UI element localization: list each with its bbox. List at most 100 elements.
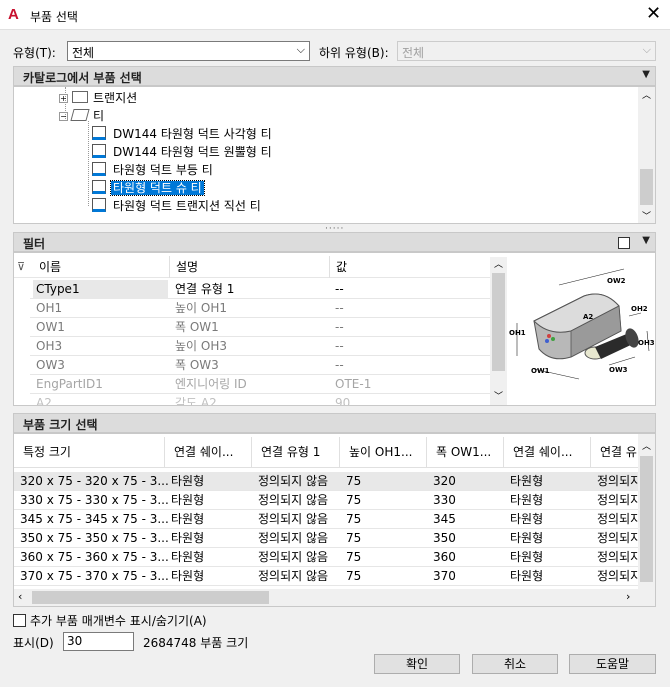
size-row[interactable]: 330 x 75 - 330 x 75 - 3... 타원형 정의되지 않음 7…: [14, 491, 638, 510]
preview-label: A2: [583, 313, 593, 321]
scroll-up-icon[interactable]: ︿: [642, 439, 651, 452]
tree-item-part[interactable]: 타원형 덕트 트랜지션 직선 티: [92, 197, 263, 215]
scroll-right-icon[interactable]: ›: [626, 590, 630, 603]
column-header[interactable]: 값: [329, 256, 347, 278]
help-button[interactable]: 도움말: [569, 654, 656, 674]
filter-value[interactable]: 90: [335, 394, 350, 405]
filter-checkbox[interactable]: [618, 237, 630, 249]
column-header[interactable]: 연결 쉐이...: [504, 437, 591, 467]
tree-item-part[interactable]: DW144 타원형 덕트 원뿔형 티: [92, 143, 274, 161]
filter-row[interactable]: A2 각도 A2 90: [30, 394, 490, 405]
filter-value[interactable]: --: [335, 299, 344, 318]
filter-row[interactable]: OH3 높이 OH3 --: [30, 337, 490, 356]
scroll-up-icon[interactable]: ︿: [642, 88, 651, 101]
part-icon: [92, 198, 106, 212]
filter-desc: 각도 A2: [175, 396, 217, 405]
scroll-down-icon[interactable]: ﹀: [494, 389, 503, 402]
size-grid[interactable]: 특정 크기 연결 쉐이... 연결 유형 1 높이 OH1... 폭 OW1..…: [13, 433, 656, 607]
filter-value[interactable]: --: [335, 318, 344, 337]
scrollbar-thumb[interactable]: [492, 273, 505, 371]
folder-open-icon: [70, 109, 90, 121]
show-hide-checkbox[interactable]: [13, 614, 26, 627]
filter-value[interactable]: --: [335, 356, 344, 375]
size-row[interactable]: 360 x 75 - 360 x 75 - 3... 타원형 정의되지 않음 7…: [14, 548, 638, 567]
tree-item-label: DW144 타원형 덕트 원뿔형 티: [113, 145, 272, 159]
scroll-down-icon[interactable]: ﹀: [642, 209, 651, 222]
chevron-down-icon: ⌵: [296, 43, 305, 56]
collapse-icon[interactable]: −: [59, 112, 68, 121]
tree-item-part[interactable]: 타원형 덕트 부등 티: [92, 161, 215, 179]
filter-row[interactable]: EngPartID1 엔지니어링 ID OTE-1: [30, 375, 490, 394]
column-header[interactable]: 연결 유: [591, 437, 638, 467]
filter-value[interactable]: --: [335, 280, 344, 299]
filter-header[interactable]: 필터 ▼: [13, 232, 656, 252]
filter-value[interactable]: OTE-1: [335, 375, 371, 394]
tree-item-part[interactable]: DW144 타원형 덕트 사각형 티: [92, 125, 274, 143]
part-icon: [92, 144, 106, 158]
size-cell: 75: [346, 569, 362, 583]
expand-icon[interactable]: +: [59, 94, 68, 103]
filter-funnel-icon[interactable]: ⊽: [17, 256, 25, 278]
filter-header-row: ⊽ 이름 설명 값: [14, 256, 490, 278]
column-header[interactable]: 폭 OW1...: [427, 437, 504, 467]
filter-row[interactable]: CType1 연결 유형 1 --: [30, 280, 490, 299]
tree-item-label: 타원형 덕트 슈 티: [110, 180, 205, 196]
filter-row[interactable]: OW1 폭 OW1 --: [30, 318, 490, 337]
chevron-down-icon: ⌵: [642, 43, 651, 56]
scrollbar-thumb[interactable]: [640, 169, 653, 205]
size-cell: 360: [433, 550, 456, 564]
catalog-tree[interactable]: + 트랜지션 − 티 DW144 타원형 덕트 사각형 티 DW144 타원형 덕트…: [13, 86, 656, 224]
catalog-header[interactable]: 카탈로그에서 부품 선택 ▼: [13, 66, 656, 86]
size-hscrollbar[interactable]: ‹ ›: [14, 589, 655, 606]
size-header: 부품 크기 선택: [13, 413, 656, 433]
size-cell: 타원형: [171, 512, 205, 526]
ok-button[interactable]: 확인: [374, 654, 460, 674]
collapse-arrow-icon[interactable]: ▼: [642, 235, 650, 246]
size-title: 부품 크기 선택: [23, 418, 98, 432]
type-dropdown[interactable]: 전체 ⌵: [67, 41, 310, 61]
tree-item-transition[interactable]: + 트랜지션: [59, 89, 137, 107]
size-cell: 345: [433, 512, 456, 526]
preview-label: OW3: [609, 366, 628, 374]
filter-scrollbar[interactable]: ︿ ﹀: [490, 257, 507, 405]
filter-desc: 폭 OW3: [175, 358, 219, 372]
filter-grid[interactable]: ⊽ 이름 설명 값 CType1 연결 유형 1 -- OH1 높이 OH1 -…: [14, 253, 490, 405]
size-cell: 370 x 75 - 370 x 75 - 3...: [20, 569, 169, 583]
size-row[interactable]: 370 x 75 - 370 x 75 - 3... 타원형 정의되지 않음 7…: [14, 567, 638, 586]
preview-label: OW1: [531, 367, 550, 375]
column-header[interactable]: 높이 OH1...: [340, 437, 427, 467]
size-cell: 정의되지: [597, 569, 638, 583]
filter-name: OH1: [36, 301, 63, 315]
filter-row[interactable]: OH1 높이 OH1 --: [30, 299, 490, 318]
filter-row[interactable]: OW3 폭 OW3 --: [30, 356, 490, 375]
column-header[interactable]: 설명: [169, 256, 198, 278]
column-header[interactable]: 이름: [39, 256, 61, 278]
tree-scrollbar[interactable]: ︿ ﹀: [638, 87, 655, 223]
scroll-up-icon[interactable]: ︿: [494, 257, 503, 270]
display-count-input[interactable]: 30: [63, 632, 134, 651]
size-cell: 정의되지: [597, 512, 638, 526]
size-cell: 330 x 75 - 330 x 75 - 3...: [20, 493, 169, 507]
cancel-button[interactable]: 취소: [472, 654, 558, 674]
scroll-left-icon[interactable]: ‹: [18, 590, 22, 603]
preview-label: OH3: [638, 339, 655, 347]
filter-value[interactable]: --: [335, 337, 344, 356]
column-header[interactable]: 특정 크기: [14, 437, 165, 467]
size-row-selected[interactable]: 320 x 75 - 320 x 75 - 3... 타원형 정의되지 않음 7…: [14, 472, 638, 491]
size-cell: 타원형: [510, 550, 544, 564]
tree-item-tee[interactable]: − 티: [59, 107, 104, 125]
scrollbar-thumb[interactable]: [32, 591, 269, 604]
close-icon[interactable]: ✕: [646, 4, 661, 24]
size-cell: 360 x 75 - 360 x 75 - 3...: [20, 550, 169, 564]
column-header[interactable]: 연결 유형 1: [252, 437, 340, 467]
subtype-label: 하위 유형(B):: [319, 46, 389, 60]
size-row[interactable]: 345 x 75 - 345 x 75 - 3... 타원형 정의되지 않음 7…: [14, 510, 638, 529]
tree-item-part-selected[interactable]: 타원형 덕트 슈 티: [92, 179, 205, 197]
scrollbar-thumb[interactable]: [640, 456, 653, 582]
size-vscrollbar[interactable]: ︿: [638, 434, 655, 589]
size-cell: 350: [433, 531, 456, 545]
collapse-arrow-icon[interactable]: ▼: [642, 69, 650, 80]
show-hide-label: 추가 부품 매개변수 표시/숨기기(A): [30, 614, 207, 628]
column-header[interactable]: 연결 쉐이...: [165, 437, 252, 467]
size-row[interactable]: 350 x 75 - 350 x 75 - 3... 타원형 정의되지 않음 7…: [14, 529, 638, 548]
